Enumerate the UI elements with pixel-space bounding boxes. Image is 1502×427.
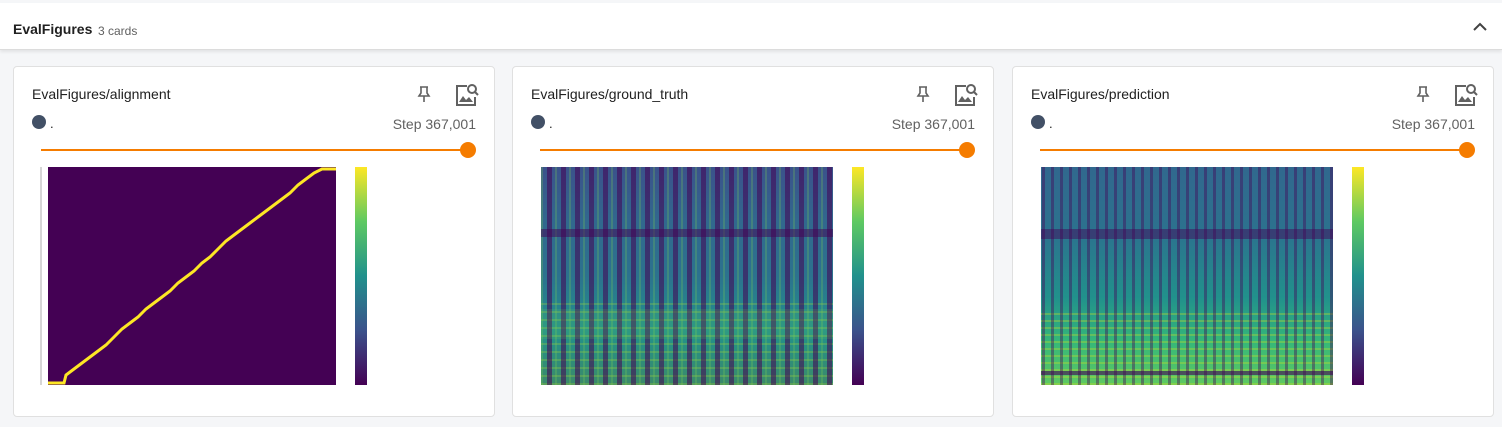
collapse-group-button[interactable]: [1470, 17, 1490, 37]
group-title: EvalFigures: [13, 21, 93, 37]
card-title: EvalFigures/alignment: [32, 86, 171, 102]
card-prediction: EvalFigures/prediction . Step 367,001: [1012, 66, 1494, 417]
run-name: .: [549, 116, 553, 131]
card-alignment: EvalFigures/alignment . Step 367,001: [13, 66, 495, 417]
step-slider-track[interactable]: [540, 149, 968, 151]
run-color-dot: [531, 115, 545, 129]
step-slider-thumb[interactable]: [959, 142, 975, 158]
view-image-button[interactable]: [953, 82, 979, 108]
pin-button[interactable]: [415, 85, 433, 103]
step-slider-thumb[interactable]: [460, 142, 476, 158]
chevron-up-icon: [1473, 22, 1487, 31]
step-slider-track[interactable]: [41, 149, 469, 151]
step-label: Step 367,001: [392, 116, 476, 132]
ground-truth-spectrogram: [541, 167, 864, 385]
view-image-button[interactable]: [454, 82, 480, 108]
step-slider-thumb[interactable]: [1459, 142, 1475, 158]
card-title: EvalFigures/ground_truth: [531, 86, 689, 102]
view-image-button[interactable]: [1453, 82, 1479, 108]
group-card-count: 3 cards: [98, 24, 138, 38]
colorbar: [852, 167, 864, 385]
run-name: .: [1049, 116, 1053, 131]
colorbar: [1352, 167, 1364, 385]
image-search-icon: [456, 84, 479, 106]
image-search-icon: [955, 84, 978, 106]
image-search-icon: [1455, 84, 1478, 106]
pin-button[interactable]: [914, 85, 932, 103]
step-slider-track[interactable]: [1040, 149, 1468, 151]
pin-icon: [1416, 86, 1430, 102]
step-label: Step 367,001: [891, 116, 975, 132]
step-label: Step 367,001: [1391, 116, 1475, 132]
prediction-spectrogram: [1041, 167, 1364, 385]
group-header: EvalFigures 3 cards: [0, 3, 1502, 50]
card-title: EvalFigures/prediction: [1031, 86, 1170, 102]
pin-button[interactable]: [1414, 85, 1432, 103]
pin-icon: [417, 86, 431, 102]
card-ground-truth: EvalFigures/ground_truth . Step 367,001: [512, 66, 994, 417]
alignment-figure: [40, 167, 367, 385]
pin-icon: [916, 86, 930, 102]
alignment-plot-area: [48, 167, 336, 385]
run-color-dot: [32, 115, 46, 129]
run-color-dot: [1031, 115, 1045, 129]
run-name: .: [50, 116, 54, 131]
colorbar: [355, 167, 367, 385]
